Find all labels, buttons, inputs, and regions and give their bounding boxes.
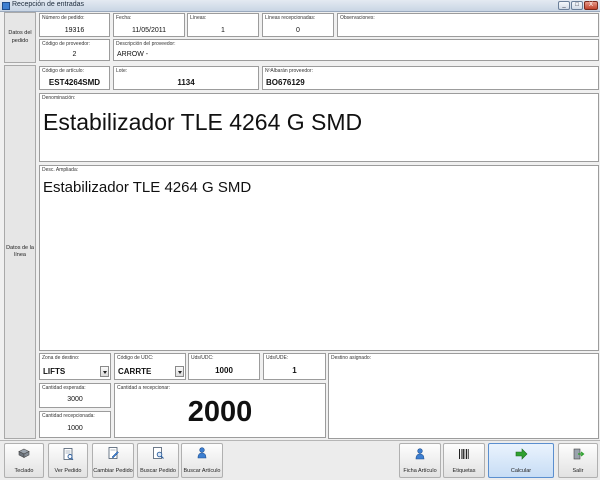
search-person-icon (197, 447, 207, 459)
barcode-icon (459, 449, 469, 459)
person-icon (415, 448, 425, 460)
observations-field[interactable]: Observaciones: (337, 13, 599, 37)
delivery-note-field[interactable]: NºAlbarán proveedor: BO676129 (262, 66, 599, 90)
search-article-button[interactable]: Buscar Artículo (181, 443, 223, 478)
lot-field[interactable]: Lote: 1134 (113, 66, 259, 90)
units-per-ude-field[interactable]: Uds/UDE: 1 (263, 353, 326, 380)
bottom-toolbar: Teclado Ver Pedido Cambiar Pedido Buscar… (0, 440, 600, 480)
article-code-field[interactable]: Código de artículo: EST4264SMD (39, 66, 110, 90)
search-order-button[interactable]: Buscar Pedido (137, 443, 179, 478)
calculate-button[interactable]: Calcular (488, 443, 554, 478)
order-date-field[interactable]: Fecha: 11/05/2011 (113, 13, 185, 37)
keyboard-icon (18, 448, 30, 458)
expected-quantity-field[interactable]: Cantidad esperada: 3000 (39, 383, 111, 408)
order-number-field[interactable]: Número de pedido: 19316 (39, 13, 110, 37)
side-label-linea: Datos de la línea (4, 65, 36, 439)
labels-button[interactable]: Etiquetas (443, 443, 485, 478)
title-bar: Recepción de entradas _ □ X (0, 0, 600, 12)
units-per-udc-field[interactable]: Uds/UDC: 1000 (188, 353, 260, 380)
received-quantity-field[interactable]: Cantidad recepcionada: 1000 (39, 411, 111, 438)
lines-field[interactable]: Líneas: 1 (187, 13, 259, 37)
app-icon (2, 2, 10, 10)
keyboard-button[interactable]: Teclado (4, 443, 44, 478)
extended-description-field[interactable]: Desc. Ampliada: Estabilizador TLE 4264 G… (39, 165, 599, 351)
document-edit-icon (108, 447, 119, 459)
search-document-icon (153, 447, 164, 459)
maximize-button[interactable]: □ (571, 1, 583, 10)
assigned-destination-field[interactable]: Destino asignado: (328, 353, 599, 439)
exit-icon (573, 448, 585, 460)
article-sheet-button[interactable]: Ficha Artículo (399, 443, 441, 478)
supplier-description-field[interactable]: Descripción del proveedor: ARROW - (113, 39, 599, 61)
chevron-down-icon[interactable] (100, 366, 109, 377)
close-button[interactable]: X (584, 1, 598, 10)
change-order-button[interactable]: Cambiar Pedido (92, 443, 134, 478)
chevron-down-icon[interactable] (175, 366, 184, 377)
udc-code-select[interactable]: Código de UDC: CARRTE (114, 353, 186, 380)
window-title: Recepción de entradas (12, 1, 84, 8)
arrow-right-icon (515, 448, 528, 460)
denomination-field[interactable]: Denominación: Estabilizador TLE 4264 G S… (39, 93, 599, 162)
quantity-to-receive-field[interactable]: Cantidad a recepcionar: 2000 (114, 383, 326, 438)
supplier-code-field[interactable]: Código de proveedor: 2 (39, 39, 110, 61)
exit-button[interactable]: Salir (558, 443, 598, 478)
side-label-pedido: Datos del pedido (4, 12, 36, 63)
document-view-icon (63, 448, 74, 461)
received-lines-field[interactable]: Líneas recepcionadas: 0 (262, 13, 334, 37)
minimize-button[interactable]: _ (558, 1, 570, 10)
view-order-button[interactable]: Ver Pedido (48, 443, 88, 478)
destination-zone-select[interactable]: Zona de destino: LIFTS (39, 353, 111, 380)
